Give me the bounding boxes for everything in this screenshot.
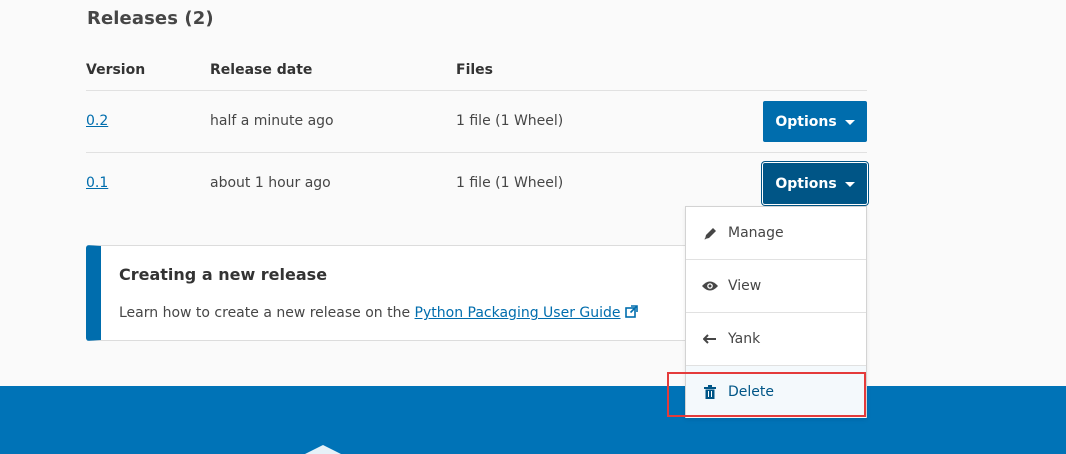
options-label: Options: [775, 175, 837, 192]
options-button-active[interactable]: Options: [763, 163, 867, 204]
files-count: 1 file (1 Wheel): [456, 175, 564, 191]
table-header: Version Release date Files: [86, 50, 867, 91]
caret-down-icon: [844, 182, 855, 187]
menu-item-yank[interactable]: Yank: [686, 313, 866, 366]
packaging-guide-link[interactable]: Python Packaging User Guide: [415, 305, 638, 321]
menu-item-delete[interactable]: Delete: [686, 366, 866, 418]
packaging-guide-link-text: Python Packaging User Guide: [414, 305, 621, 321]
external-link-icon: [624, 305, 638, 322]
callout-title: Creating a new release: [119, 265, 328, 284]
version-link[interactable]: 0.2: [86, 113, 108, 129]
footer-logo-icon: [305, 445, 341, 454]
options-label: Options: [775, 113, 837, 130]
version-link[interactable]: 0.1: [86, 175, 108, 191]
menu-item-label: View: [728, 278, 762, 294]
release-date: about 1 hour ago: [210, 175, 331, 191]
menu-item-label: Manage: [728, 225, 784, 241]
release-date: half a minute ago: [210, 113, 334, 129]
callout-text: Learn how to create a new release on the: [119, 305, 415, 321]
eye-icon: [702, 278, 718, 294]
header-version: Version: [86, 62, 146, 78]
releases-table: Version Release date Files 0.2 half a mi…: [86, 50, 867, 215]
callout-body: Learn how to create a new release on the…: [119, 305, 638, 322]
files-count: 1 file (1 Wheel): [456, 113, 564, 129]
new-release-callout: Creating a new release Learn how to crea…: [86, 245, 706, 341]
options-button[interactable]: Options: [763, 101, 867, 142]
arrow-left-icon: [702, 331, 718, 347]
menu-item-label: Yank: [728, 331, 761, 347]
header-release-date: Release date: [210, 62, 313, 78]
pencil-icon: [702, 225, 718, 241]
table-row: 0.2 half a minute ago 1 file (1 Wheel) O…: [86, 91, 867, 153]
footer: [0, 386, 1066, 454]
menu-item-label: Delete: [728, 384, 774, 400]
menu-item-manage[interactable]: Manage: [686, 207, 866, 260]
caret-down-icon: [844, 120, 855, 125]
menu-item-view[interactable]: View: [686, 260, 866, 313]
page-title: Releases (2): [87, 8, 214, 29]
header-files: Files: [456, 62, 493, 78]
options-dropdown-menu: Manage View Yank Delete: [685, 206, 867, 418]
trash-icon: [702, 384, 718, 400]
